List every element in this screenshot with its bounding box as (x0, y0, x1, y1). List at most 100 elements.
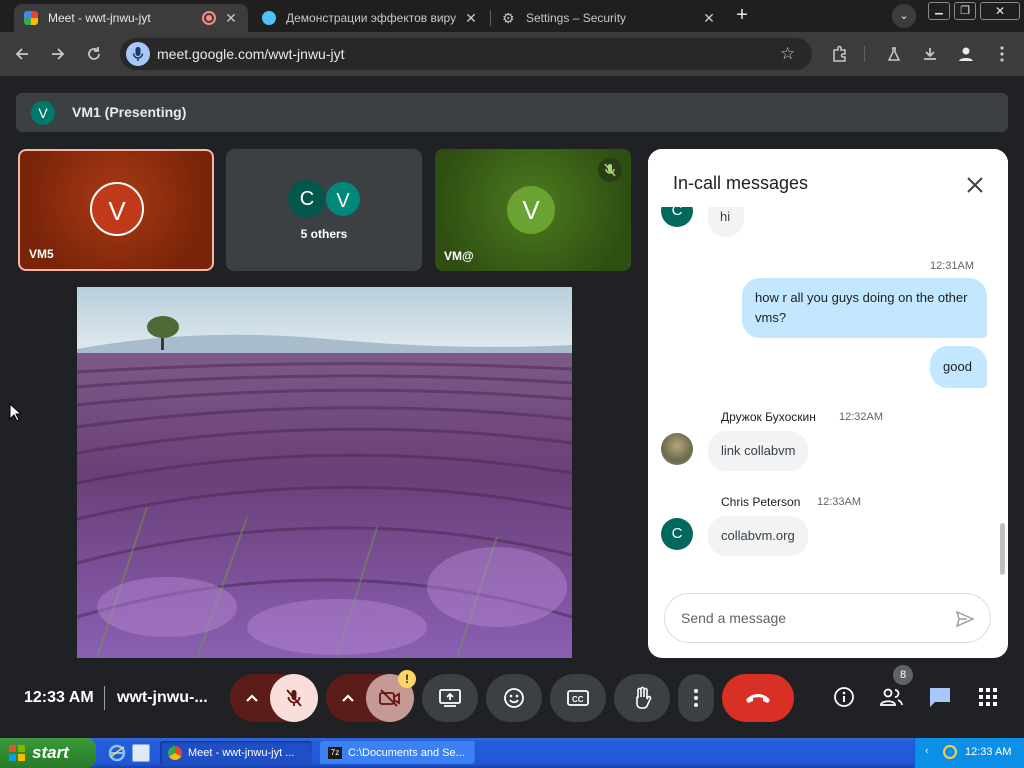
presented-screen-image (77, 287, 572, 658)
forward-icon[interactable] (44, 40, 72, 68)
taskbar-item-meet[interactable]: Meet - wwt-jnwu-jyt ... (160, 741, 312, 765)
participant-tile-vm5[interactable]: V VM5 (18, 149, 214, 271)
close-tab-icon[interactable]: ✕ (462, 9, 480, 27)
chrome-menu-icon[interactable] (988, 40, 1016, 68)
search-tray-icon[interactable] (943, 745, 957, 759)
chrome-icon (168, 746, 182, 760)
meet-page: V VM1 (Presenting) V VM5 C V 5 others V … (0, 76, 1024, 738)
downloads-icon[interactable] (916, 40, 944, 68)
start-label: start (32, 743, 69, 762)
activities-button[interactable] (970, 679, 1006, 715)
windows-logo-icon (9, 745, 25, 761)
participant-tile-others[interactable]: C V 5 others (226, 149, 422, 271)
tab-title: Settings – Security (526, 11, 627, 25)
muted-mic-icon (598, 158, 622, 182)
message-time: 12:31AM (930, 260, 975, 272)
meeting-clock: 12:33 AM (24, 689, 94, 706)
participant-name: VM@ (444, 249, 474, 263)
tray-expand-icon[interactable]: ‹ (925, 745, 929, 757)
present-screen-button[interactable] (422, 674, 478, 722)
send-message-input[interactable]: Send a message (664, 593, 991, 643)
present-screen-icon (439, 689, 461, 707)
outgoing-message: good (930, 346, 987, 388)
more-vert-icon (694, 689, 698, 707)
message-sender: Chris Peterson (721, 495, 801, 509)
labs-flask-icon[interactable] (880, 40, 908, 68)
apps-grid-icon (979, 688, 997, 706)
internet-explorer-icon[interactable] (108, 744, 126, 762)
leave-call-button[interactable] (722, 674, 794, 722)
info-icon (834, 687, 854, 707)
scrollbar[interactable] (1000, 523, 1005, 575)
tab-virus-demos[interactable]: Демонстрации эффектов вирусов ✕ (252, 4, 488, 32)
gear-icon: ⚙ (502, 10, 515, 26)
send-icon[interactable] (954, 608, 976, 630)
close-tab-icon[interactable]: ✕ (700, 9, 718, 27)
hand-icon (636, 686, 652, 709)
back-icon[interactable] (8, 40, 36, 68)
in-call-messages-panel: In-call messages C In-call messages hi 1… (648, 149, 1008, 658)
meeting-code: wwt-jnwu-... (117, 689, 208, 706)
tab-search-icon[interactable]: ⌄ (892, 4, 916, 28)
more-options-button[interactable] (678, 674, 714, 722)
recording-icon (202, 11, 216, 25)
message-time: 12:33AM (817, 496, 862, 508)
avatar: V (31, 101, 55, 125)
tab-separator (490, 10, 491, 26)
tab-settings-security[interactable]: ⚙ Settings – Security ✕ (492, 4, 726, 32)
taskbar-item-explorer[interactable]: 7z C:\Documents and Se... (320, 741, 476, 765)
participant-count-badge: 8 (893, 665, 913, 685)
microphone-off-button[interactable] (270, 674, 318, 722)
restore-icon[interactable]: ❐ (954, 2, 976, 20)
chat-message: link collabvm (708, 431, 809, 471)
people-icon (880, 688, 903, 706)
avatar: C (288, 180, 326, 218)
bookmark-star-icon[interactable]: ☆ (780, 44, 795, 64)
participant-tile-vm-at[interactable]: V VM@ (435, 149, 631, 271)
mic-options-chevron-icon[interactable] (234, 674, 270, 722)
close-icon[interactable] (960, 170, 990, 200)
captions-button[interactable]: CC (550, 674, 606, 722)
presenting-bar: V VM1 (Presenting) (16, 93, 1008, 132)
avatar: C (661, 518, 693, 550)
start-button[interactable]: start (0, 738, 96, 768)
microphone-in-use-icon[interactable] (126, 42, 150, 66)
address-bar[interactable]: meet.google.com/wwt-jnwu-jyt ☆ (120, 38, 812, 70)
toolbar-divider (864, 46, 865, 62)
windows-taskbar: start Meet - wwt-jnwu-jyt ... 7z C:\Docu… (0, 738, 1024, 768)
7zip-icon: 7z (328, 747, 342, 759)
svg-text:CC: CC (572, 695, 584, 704)
new-tab-icon[interactable]: + (732, 5, 752, 25)
reactions-button[interactable] (486, 674, 542, 722)
extensions-icon[interactable] (826, 40, 854, 68)
meeting-details-button[interactable] (826, 679, 862, 715)
tab-meet[interactable]: Meet - wwt-jnwu-jyt ✕ (14, 4, 248, 32)
raise-hand-button[interactable] (614, 674, 670, 722)
taskbar-item-label: Meet - wwt-jnwu-jyt ... (188, 747, 295, 759)
browser-toolbar: meet.google.com/wwt-jnwu-jyt ☆ (0, 32, 1024, 76)
google-meet-icon (24, 11, 38, 25)
divider (104, 686, 105, 710)
avatar: V (324, 180, 362, 218)
reload-icon[interactable] (80, 40, 108, 68)
show-desktop-icon[interactable] (132, 744, 150, 762)
system-tray: ‹ 12:33 AM (914, 738, 1024, 768)
camera-options-chevron-icon[interactable] (330, 674, 366, 722)
participant-name: VM5 (29, 247, 54, 261)
url-text: meet.google.com/wwt-jnwu-jyt (157, 46, 345, 62)
browser-tab-strip: Meet - wwt-jnwu-jyt ✕ Демонстрации эффек… (0, 0, 1024, 32)
outgoing-message: how r all you guys doing on the other vm… (742, 278, 987, 338)
close-window-icon[interactable]: ✕ (980, 2, 1020, 20)
captions-icon: CC (567, 690, 589, 706)
mic-control-group (230, 674, 318, 722)
minimize-icon[interactable]: ▁ (928, 2, 950, 20)
presenting-label: VM1 (Presenting) (72, 104, 187, 120)
chat-button[interactable] (922, 679, 958, 715)
chat-message: hi (708, 207, 744, 237)
chat-message: collabvm.org (708, 516, 808, 556)
tab-title: Демонстрации эффектов вирусов (286, 11, 456, 25)
profile-icon[interactable] (952, 40, 980, 68)
avatar: V (507, 186, 555, 234)
chat-icon (930, 688, 950, 707)
close-tab-icon[interactable]: ✕ (222, 9, 240, 27)
